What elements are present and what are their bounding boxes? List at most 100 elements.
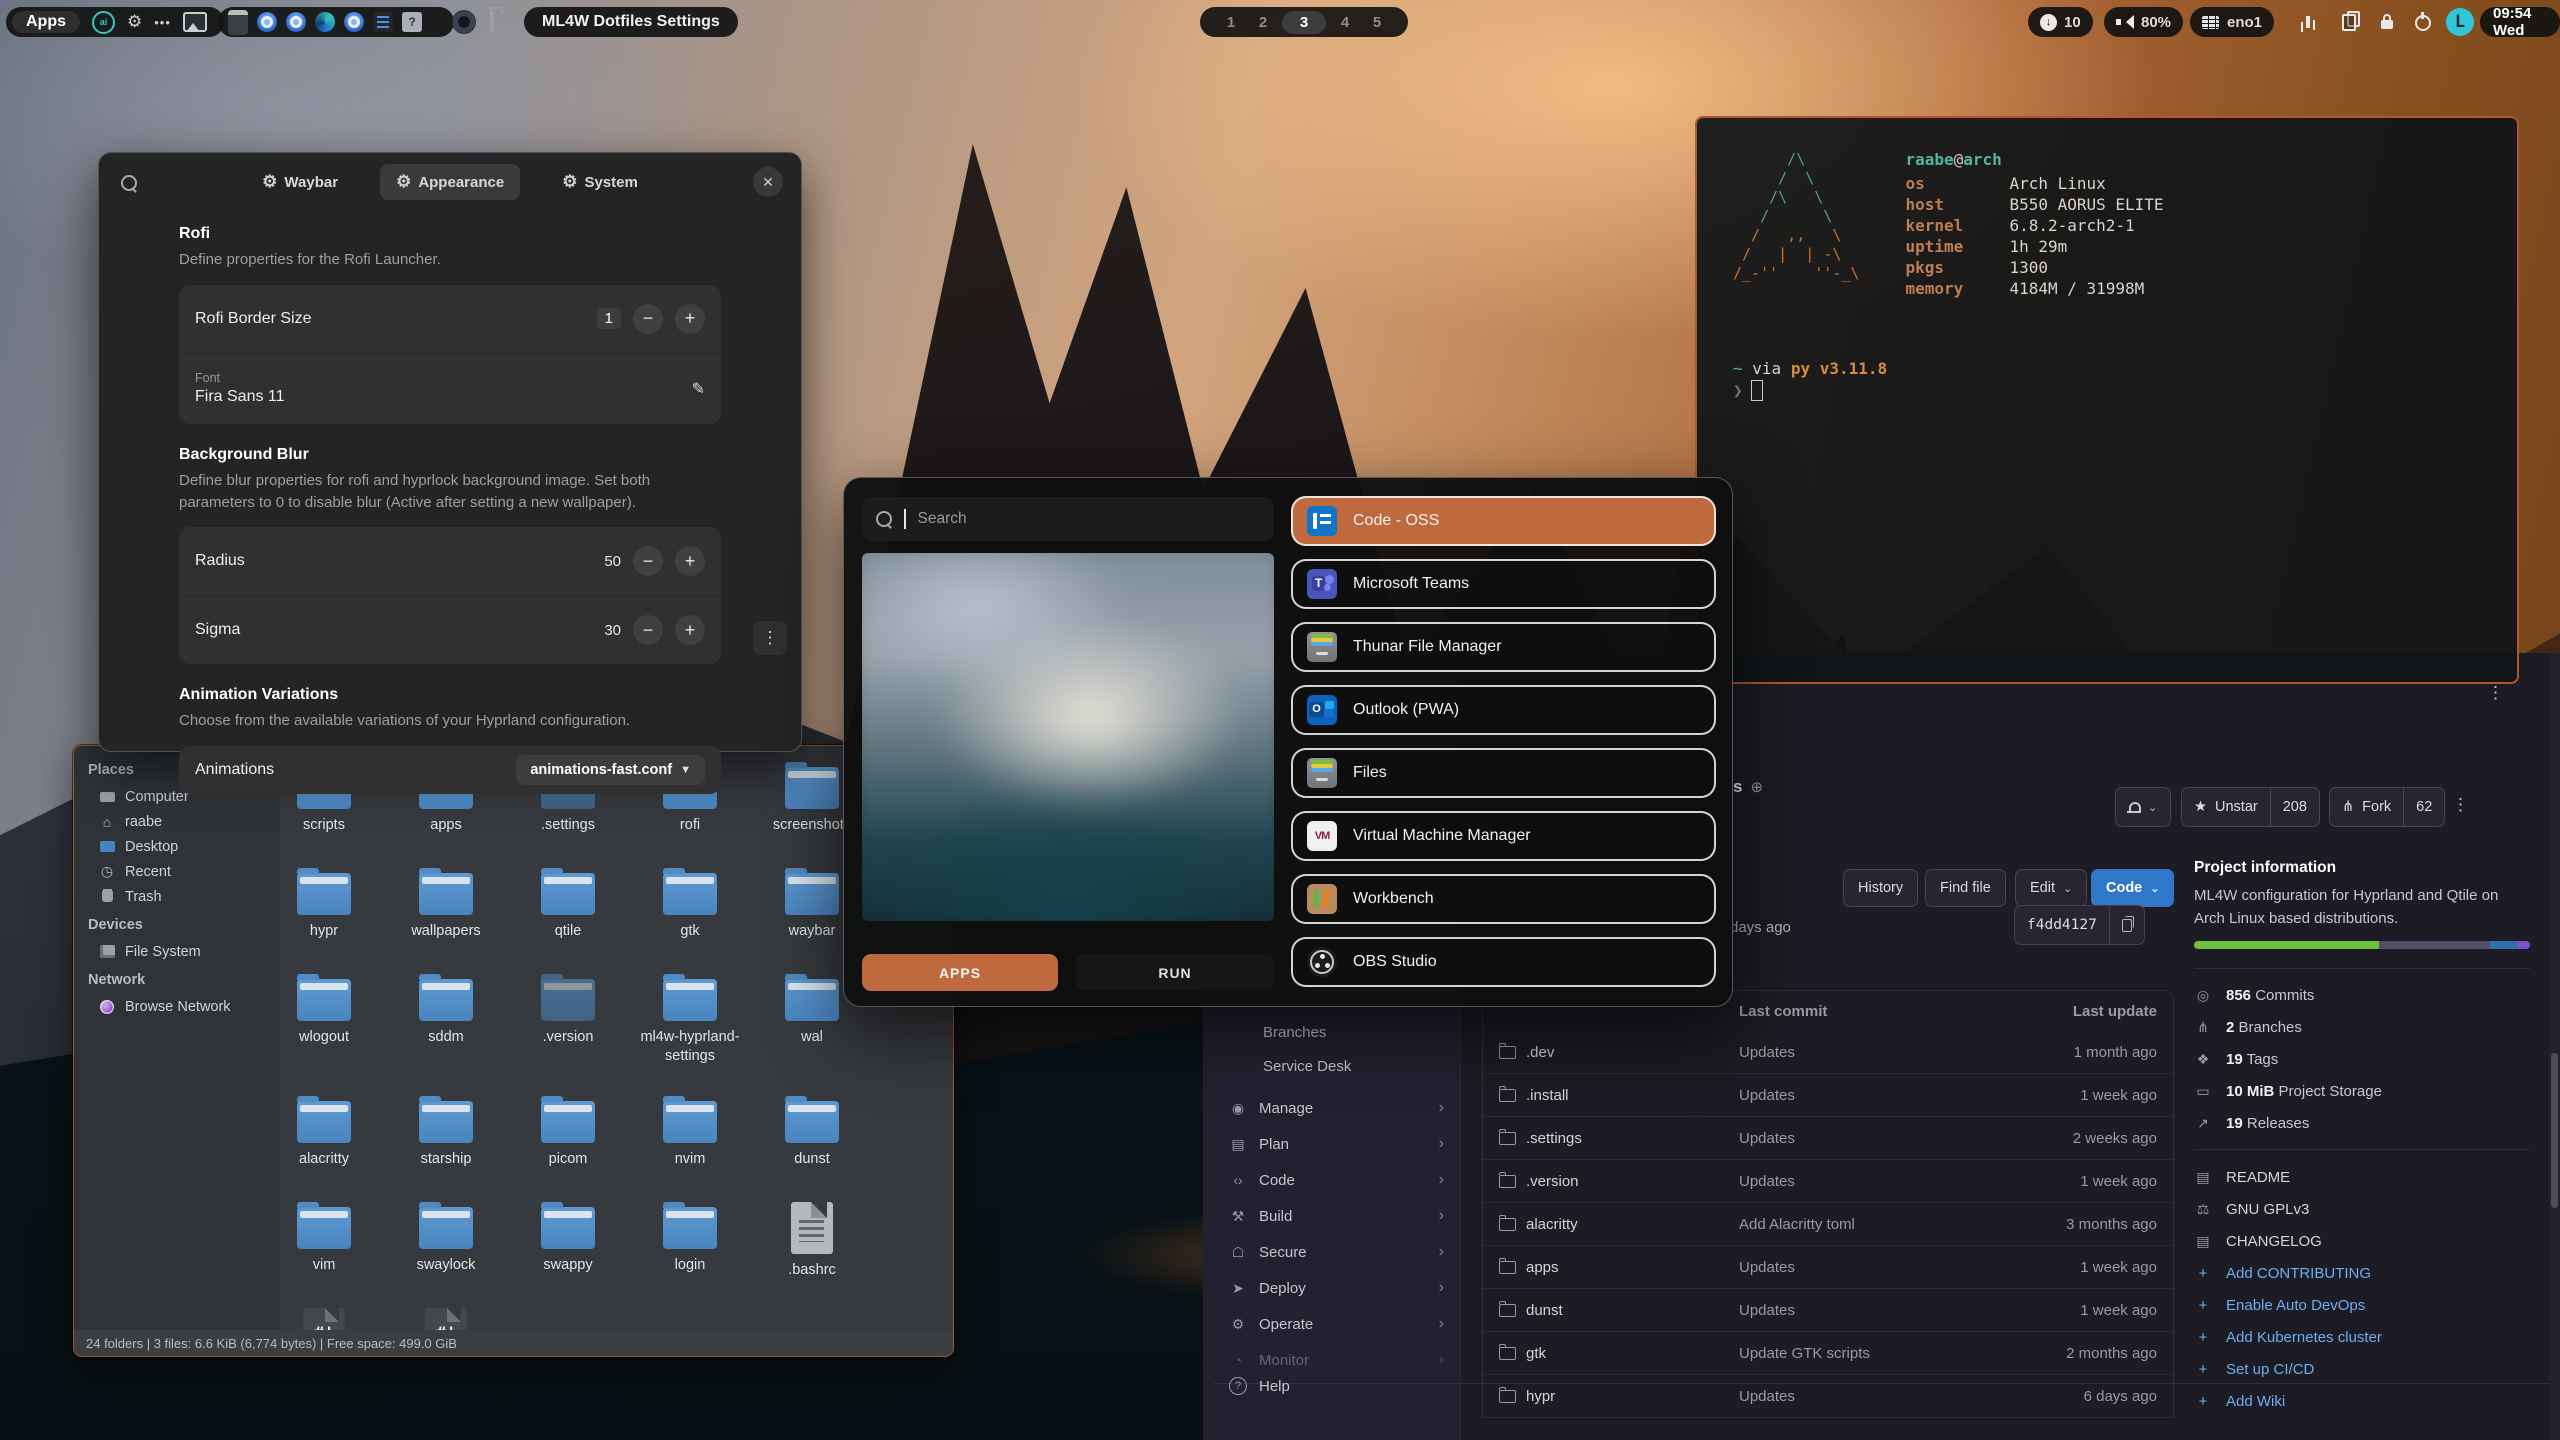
table-row[interactable]: dunst Updates 1 week ago [1483, 1288, 2173, 1331]
commit-message[interactable]: Updates [1739, 1259, 2027, 1276]
taskbar-icon[interactable] [228, 10, 248, 35]
file-name[interactable]: hypr [1526, 1388, 1555, 1405]
taskbar-icon[interactable]: ? [402, 12, 422, 32]
run-tab-button[interactable]: RUN [1076, 954, 1274, 991]
taskbar-icon[interactable] [257, 12, 277, 32]
app-list-item[interactable]: Workbench [1291, 874, 1716, 924]
table-row[interactable]: .settings Updates 2 weeks ago [1483, 1116, 2173, 1159]
settings-gear-icon[interactable]: ⚙ [127, 12, 142, 32]
decrement-button[interactable]: − [633, 615, 663, 645]
volume-module[interactable]: 80% [2104, 7, 2183, 37]
table-row[interactable]: .version Updates 1 week ago [1483, 1159, 2173, 1202]
tab-system[interactable]: ⚙ System [546, 164, 654, 200]
apps-tab-button[interactable]: APPS [862, 954, 1058, 991]
last-update-header[interactable]: Last update [2037, 1003, 2157, 1020]
sidebar-item[interactable]: ◉ Manage › [1203, 1092, 1460, 1124]
clipboard-icon[interactable] [2342, 14, 2356, 31]
repo-kebab-icon[interactable]: ⋮ [2452, 795, 2469, 815]
app-list-item[interactable]: Outlook (PWA) [1291, 685, 1716, 735]
project-action-link[interactable]: + Set up CI/CD [2194, 1353, 2530, 1385]
project-stat[interactable]: ⋔ 2 Branches [2194, 1011, 2530, 1043]
page-scrollbar[interactable] [2549, 653, 2560, 1440]
close-icon[interactable]: ✕ [753, 167, 783, 197]
search-icon[interactable] [121, 175, 137, 191]
ml4w-logo-icon[interactable]: L [2446, 8, 2474, 36]
sigma-value[interactable]: 30 [604, 622, 621, 639]
power-icon[interactable] [2415, 15, 2431, 31]
taskbar-icon[interactable] [315, 12, 335, 32]
project-stat[interactable]: ◎ 856 Commits [2194, 979, 2530, 1011]
decrement-button[interactable]: − [633, 546, 663, 576]
last-commit-header[interactable]: Last commit [1739, 1003, 2027, 1020]
sidebar-item[interactable]: ☖ Secure › [1203, 1236, 1460, 1268]
file-item[interactable]: starship [385, 1093, 507, 1199]
commit-message[interactable]: Updates [1739, 1388, 2027, 1405]
table-row[interactable]: .install Updates 1 week ago [1483, 1073, 2173, 1116]
app-list-item[interactable]: OBS Studio [1291, 937, 1716, 987]
fork-count[interactable]: 62 [2403, 788, 2444, 826]
file-item[interactable]: wallpapers [385, 865, 507, 971]
project-doc-link[interactable]: ▤ README [2194, 1161, 2530, 1193]
folder-icon[interactable] [490, 11, 494, 32]
commit-message[interactable]: Updates [1739, 1044, 2027, 1061]
system-monitor-icon[interactable] [2306, 16, 2310, 28]
sidebar-item[interactable]: ⚙ Operate › [1203, 1308, 1460, 1340]
wallpaper-picker-icon[interactable] [183, 12, 207, 32]
tab-waybar[interactable]: ⚙ Waybar [246, 164, 354, 200]
taskbar-icon[interactable] [286, 12, 306, 32]
notifications-button[interactable]: ⌄ [2115, 787, 2171, 827]
project-stat[interactable]: ❖ 19 Tags [2194, 1043, 2530, 1075]
project-doc-link[interactable]: ⚖ GNU GPLv3 [2194, 1193, 2530, 1225]
file-name[interactable]: alacritty [1526, 1216, 1578, 1233]
commit-message[interactable]: Updates [1739, 1173, 2027, 1190]
code-button[interactable]: Code⌄ [2091, 869, 2174, 907]
project-action-link[interactable]: + Add CONTRIBUTING [2194, 1257, 2530, 1289]
commit-hash[interactable]: f4dd4127 [2015, 917, 2109, 933]
workspace-button[interactable]: 2 [1250, 14, 1276, 31]
file-item[interactable]: wlogout [263, 971, 385, 1093]
history-button[interactable]: History [1843, 869, 1918, 907]
file-item[interactable]: login [629, 1199, 751, 1305]
ai-assistant-icon[interactable]: ai [92, 11, 115, 34]
file-item[interactable]: .bashrc [751, 1199, 873, 1305]
tab-appearance[interactable]: ⚙ Appearance [380, 164, 520, 200]
table-row[interactable]: apps Updates 1 week ago [1483, 1245, 2173, 1288]
workspace-button[interactable]: 5 [1364, 14, 1390, 31]
shell-input-line[interactable]: ❯ [1733, 380, 1763, 401]
file-item[interactable]: alacritty [263, 1093, 385, 1199]
chromium-icon[interactable] [452, 10, 476, 34]
kebab-menu-button[interactable]: ⋮ [753, 621, 787, 655]
app-list-item[interactable]: Virtual Machine Manager [1291, 811, 1716, 861]
updates-module[interactable]: ↓ 10 [2028, 7, 2093, 37]
file-item[interactable]: ml4w-hyprland-settings [629, 971, 751, 1093]
network-module[interactable]: eno1 [2190, 7, 2274, 37]
apps-menu-button[interactable]: Apps [12, 11, 80, 33]
project-action-link[interactable]: + Add Wiki [2194, 1385, 2530, 1417]
file-name[interactable]: .install [1526, 1087, 1569, 1104]
file-name[interactable]: gtk [1526, 1345, 1546, 1362]
table-row[interactable]: alacritty Add Alacritty toml 3 months ag… [1483, 1202, 2173, 1245]
file-item[interactable]: picom [507, 1093, 629, 1199]
file-item[interactable]: .version [507, 971, 629, 1093]
file-item[interactable]: dunst [751, 1093, 873, 1199]
sidebar-item[interactable]: Branches [1203, 1016, 1460, 1048]
file-name[interactable]: .settings [1526, 1130, 1582, 1147]
increment-button[interactable]: + [675, 615, 705, 645]
project-doc-link[interactable]: ▤ CHANGELOG [2194, 1225, 2530, 1257]
commit-message[interactable]: Add Alacritty toml [1739, 1216, 2027, 1233]
file-item[interactable]: hypr [263, 865, 385, 971]
find-file-button[interactable]: Find file [1925, 869, 2006, 907]
more-options-icon[interactable]: ••• [154, 15, 171, 30]
edit-pencil-icon[interactable]: ✎ [692, 379, 705, 399]
sidebar-item[interactable]: ‹› Code › [1203, 1164, 1460, 1196]
search-input[interactable]: Search [862, 497, 1274, 541]
commit-message[interactable]: Update GTK scripts [1739, 1345, 2027, 1362]
project-stat[interactable]: ↗ 19 Releases [2194, 1107, 2530, 1139]
workspace-button[interactable]: 1 [1218, 14, 1244, 31]
file-item[interactable]: nvim [629, 1093, 751, 1199]
file-item[interactable]: swaylock [385, 1199, 507, 1305]
workspace-button[interactable]: 4 [1332, 14, 1358, 31]
app-list-item[interactable]: Thunar File Manager [1291, 622, 1716, 672]
sidebar-item[interactable]: ➤ Deploy › [1203, 1272, 1460, 1304]
decrement-button[interactable]: − [633, 304, 663, 334]
